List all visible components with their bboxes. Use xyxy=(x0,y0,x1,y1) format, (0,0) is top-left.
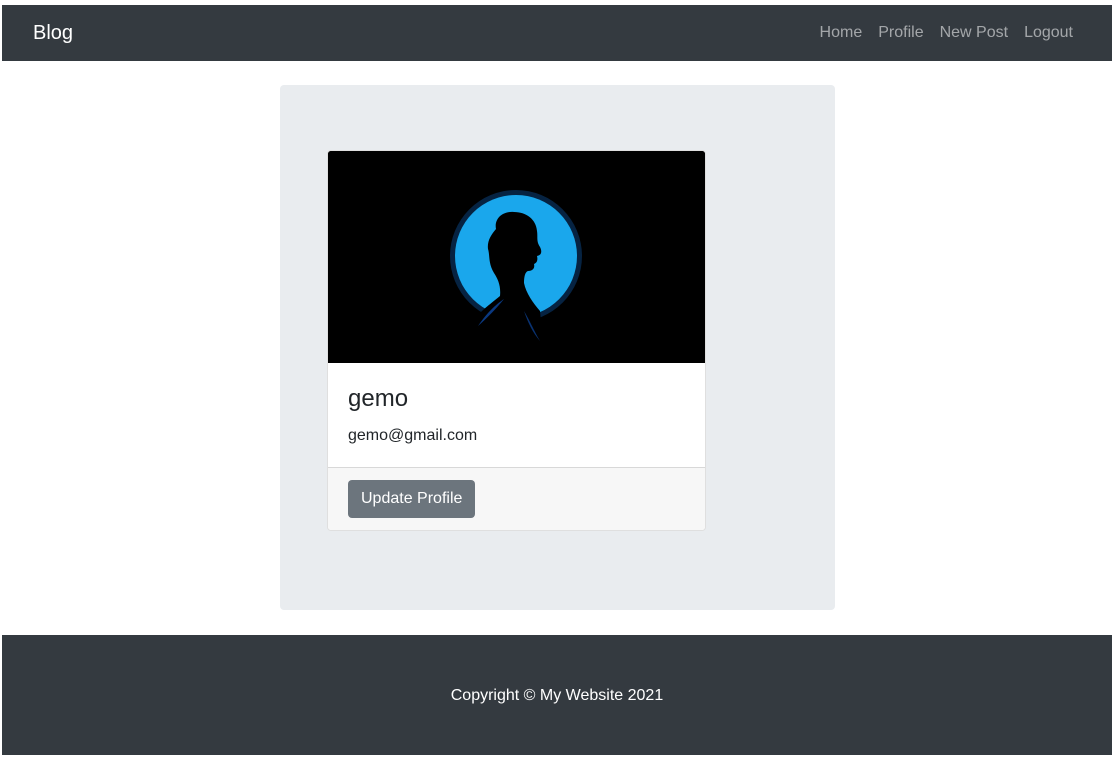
nav-link-new-post[interactable]: New Post xyxy=(932,24,1016,42)
brand-link[interactable]: Blog xyxy=(33,22,73,45)
copyright-text: Copyright © My Website 2021 xyxy=(450,687,664,704)
card-body: gemo gemo@gmail.com xyxy=(328,363,705,468)
nav-links: Home Profile New Post Logout xyxy=(812,24,1081,42)
update-profile-button[interactable]: Update Profile xyxy=(348,480,476,518)
page-footer: Copyright © My Website 2021 xyxy=(2,635,1112,755)
card-footer: Update Profile xyxy=(328,467,705,530)
profile-image xyxy=(328,151,705,363)
nav-link-profile[interactable]: Profile xyxy=(870,24,931,42)
profile-name: gemo xyxy=(348,385,409,412)
nav-link-logout[interactable]: Logout xyxy=(1016,24,1081,42)
top-navbar: Blog Home Profile New Post Logout xyxy=(2,5,1112,61)
profile-email: gemo@gmail.com xyxy=(348,427,478,444)
nav-link-home[interactable]: Home xyxy=(812,24,871,42)
profile-card: gemo gemo@gmail.com Update Profile xyxy=(327,150,706,531)
